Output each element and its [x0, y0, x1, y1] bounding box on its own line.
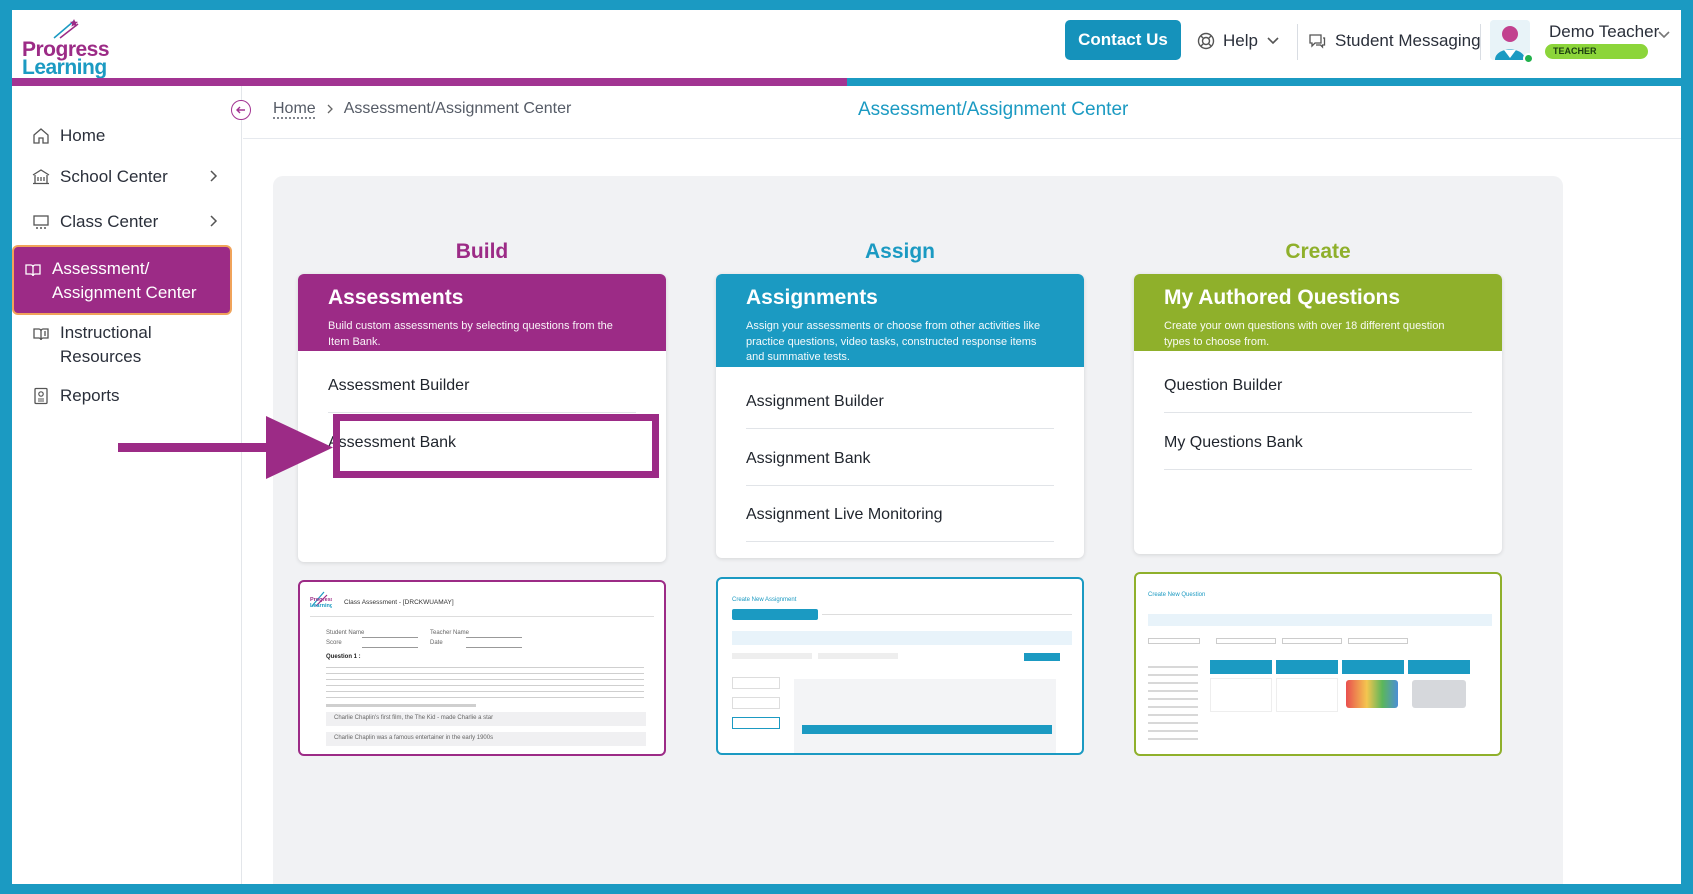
sidebar-item-label: Reports: [60, 386, 120, 405]
assignment-bank-link[interactable]: Assignment Bank: [746, 450, 1054, 486]
page-title: Assessment/Assignment Center: [858, 99, 1129, 120]
assessments-card-header: Assessments Build custom assessments by …: [298, 274, 666, 351]
header-divider: [1297, 24, 1298, 60]
logo-text-bottom: Learning: [22, 56, 107, 79]
authored-questions-card: My Authored Questions Create your own qu…: [1134, 274, 1502, 554]
thumb-option: Charlie Chaplin was a famous entertainer…: [334, 735, 494, 741]
sidebar-item-assessment-assignment-center[interactable]: Assessment/ Assignment Center: [14, 247, 230, 313]
breadcrumb-current: Assessment/Assignment Center: [343, 100, 572, 117]
online-status-dot: [1523, 53, 1534, 64]
create-heading: Create: [1285, 240, 1351, 263]
highlight-annotation-box: [333, 414, 659, 478]
assignments-card-header: Assignments Assign your assessments or c…: [716, 274, 1084, 367]
thumb-label: Student Name: [326, 630, 365, 636]
chat-icon: [1309, 34, 1326, 49]
sidebar-item-label: Resources: [60, 347, 142, 366]
chevron-right-icon: [210, 170, 218, 182]
my-questions-bank-link[interactable]: My Questions Bank: [1164, 434, 1472, 470]
assign-heading: Assign: [864, 240, 935, 263]
sidebar-item-home[interactable]: Home: [22, 126, 230, 146]
role-badge: TEACHER: [1545, 44, 1648, 59]
sidebar-item-school-center[interactable]: School Center: [22, 167, 230, 187]
divider: [243, 138, 1681, 139]
thumb-title: Create New Assignment: [732, 597, 797, 603]
messaging-label: Student Messaging: [1335, 31, 1481, 50]
user-name[interactable]: Demo Teacher: [1549, 22, 1659, 42]
chevron-down-icon[interactable]: [1657, 30, 1671, 40]
collapse-sidebar-button[interactable]: [231, 100, 251, 120]
reports-icon: [34, 387, 48, 405]
assignment-builder-link[interactable]: Assignment Builder: [746, 393, 1054, 429]
sidebar-item-label: Home: [60, 126, 106, 145]
sidebar-item-label: Assessment/: [52, 259, 150, 278]
book-icon: [25, 264, 41, 277]
app-window: Progress Learning Contact Us Help Studen…: [12, 10, 1681, 884]
card-description: Assign your assessments or choose from o…: [746, 320, 1041, 363]
school-icon: [32, 169, 50, 185]
header-accent-stripe: [12, 78, 1681, 86]
header-divider: [1480, 24, 1481, 60]
top-header: Progress Learning Contact Us Help Studen…: [12, 10, 1681, 79]
progress-learning-logo[interactable]: Progress Learning: [22, 18, 122, 79]
thumb-label: Score: [326, 640, 342, 646]
breadcrumb: Home Assessment/Assignment Center: [273, 100, 571, 118]
assignments-card: Assignments Assign your assessments or c…: [716, 274, 1084, 558]
contact-us-button[interactable]: Contact Us: [1065, 20, 1181, 60]
card-title: Assessments: [328, 286, 464, 309]
build-heading: Build: [455, 240, 509, 263]
sidebar-item-label: Instructional: [60, 323, 152, 342]
help-menu[interactable]: Help: [1197, 28, 1280, 54]
sidebar-item-class-center[interactable]: Class Center: [22, 212, 230, 232]
svg-text:Learning: Learning: [310, 603, 332, 609]
help-label: Help: [1223, 31, 1258, 50]
thumb-question: Question 1 :: [326, 654, 361, 660]
student-messaging-link[interactable]: Student Messaging: [1308, 28, 1481, 54]
assignment-live-monitoring-link[interactable]: Assignment Live Monitoring: [746, 506, 1054, 542]
sidebar-item-label: Assignment Center: [52, 283, 197, 302]
chevron-right-icon: [210, 215, 218, 227]
chevron-down-icon: [1267, 37, 1279, 45]
question-preview-thumbnail[interactable]: Create New Question: [1134, 572, 1502, 756]
sidebar-item-label: School Center: [60, 167, 168, 186]
breadcrumb-home-link[interactable]: Home: [273, 100, 316, 118]
assessment-preview-thumbnail[interactable]: Progress Learning Class Assessment - [DR…: [298, 580, 666, 756]
logo-icon: Progress Learning: [310, 591, 332, 609]
class-icon: [33, 215, 49, 229]
sidebar-item-label: Class Center: [60, 212, 159, 231]
chevron-right-icon: [327, 104, 333, 114]
sidebar-item-reports[interactable]: Reports: [22, 386, 230, 406]
authored-questions-card-header: My Authored Questions Create your own qu…: [1134, 274, 1502, 351]
thumb-option: Charlie Chaplin's first film, the The Ki…: [334, 715, 494, 721]
assignment-preview-thumbnail[interactable]: Create New Assignment: [716, 577, 1084, 755]
thumb-label: Date: [430, 640, 443, 646]
annotation-arrow-icon: [118, 416, 333, 479]
card-title: My Authored Questions: [1164, 286, 1401, 309]
thumb-title: Class Assessment - [DRCKWUAMAY]: [344, 599, 454, 606]
sidebar-item-instructional-resources[interactable]: Instructional Resources: [22, 321, 230, 369]
card-title: Assignments: [746, 286, 878, 309]
card-description: Create your own questions with over 18 d…: [1164, 320, 1445, 348]
home-icon: [33, 128, 49, 144]
thumb-title: Create New Question: [1148, 592, 1206, 598]
logo-star-icon: [53, 19, 79, 39]
question-builder-link[interactable]: Question Builder: [1164, 377, 1472, 413]
lifebuoy-icon: [1197, 32, 1215, 50]
assessment-builder-link[interactable]: Assessment Builder: [328, 377, 636, 413]
thumb-label: Teacher Name: [430, 630, 470, 636]
resources-icon: [33, 328, 49, 341]
arrow-left-icon: [236, 106, 245, 114]
card-description: Build custom assessments by selecting qu…: [328, 320, 613, 348]
